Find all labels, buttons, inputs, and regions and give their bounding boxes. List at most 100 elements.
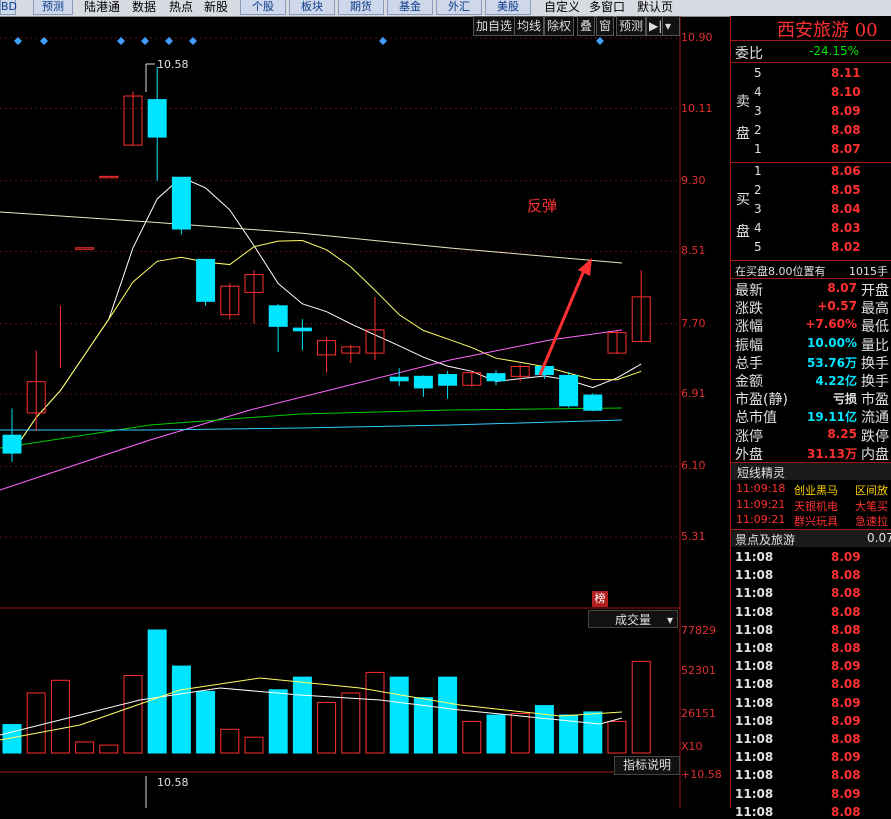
sprite-stock: 创业黑马 [794, 484, 838, 497]
ma120-line [0, 419, 623, 431]
volume-bar [26, 692, 46, 754]
tick-time: 11:08 [735, 750, 774, 765]
divider [731, 62, 891, 63]
tick-time: 11:08 [735, 695, 774, 710]
tick-time: 11:08 [735, 622, 774, 637]
weibi-value: -24.15% [809, 44, 860, 58]
rebound-annotation: 反弹 [527, 197, 558, 215]
tick-time: 11:08 [735, 641, 774, 655]
candle-body [99, 175, 119, 179]
tick-time: 11:08 [735, 604, 774, 619]
tick-price: 8.09 [831, 713, 861, 728]
candle-body [171, 176, 191, 230]
add-watchlist-button[interactable]: 加自选 [473, 16, 516, 36]
tick-time: 11:08 [735, 786, 774, 801]
divider [731, 40, 891, 41]
stat-label: 市盈(静) [735, 392, 788, 409]
price-axis-label: 9.30 [681, 173, 706, 187]
buy-price: 8.05 [831, 183, 861, 197]
rank-badge[interactable]: 榜 [592, 591, 608, 607]
sell-level: 5 [754, 66, 762, 80]
volume-bar [244, 736, 264, 754]
divider [731, 162, 891, 163]
volume-bar [510, 712, 530, 754]
window-button[interactable]: 窗 [596, 16, 615, 36]
buy-level: 2 [754, 183, 762, 197]
lower-high-label: 10.58 [157, 776, 189, 789]
predict-chart-button[interactable]: 预测 [616, 16, 647, 36]
tick-time: 11:08 [735, 768, 774, 783]
volume-axis-unit: X10 [681, 740, 703, 753]
candle-body [292, 327, 312, 332]
tick-time: 11:08 [735, 550, 774, 564]
price-axis-label: 10.90 [681, 31, 713, 44]
tick-time: 11:08 [735, 677, 774, 692]
volume-bar [534, 705, 554, 754]
buy-level: 3 [754, 202, 762, 216]
sell-level: 2 [754, 123, 762, 137]
tick-price: 8.09 [831, 659, 861, 674]
stat-label: 最高 [861, 301, 889, 318]
stat-value: 8.07 [827, 281, 857, 295]
volume-axis-label: 52301 [681, 664, 716, 677]
lower-axis-label: +10.58 [681, 768, 722, 781]
tick-price: 8.09 [831, 695, 861, 710]
stat-label: 振幅 [735, 337, 763, 354]
volume-bar [196, 690, 216, 754]
indicator-selector[interactable]: 成交量 ▾ [588, 610, 678, 628]
sprite-stock: 群兴玩具 [794, 515, 838, 528]
candle-body [486, 373, 506, 382]
price-axis-label: 6.91 [681, 387, 706, 401]
tick-price: 8.08 [831, 732, 861, 746]
tick-time: 11:08 [735, 568, 774, 583]
stat-label: 金额 [735, 374, 763, 390]
tick-price: 8.08 [831, 568, 861, 583]
tick-time: 11:08 [735, 732, 774, 746]
moving-average-lines [0, 176, 642, 491]
sell-level: 3 [754, 104, 762, 118]
buy-level: 5 [754, 240, 762, 254]
candle-body [438, 374, 458, 386]
sell-price: 8.11 [831, 66, 861, 80]
sell-level: 4 [754, 85, 762, 99]
volume-bar [389, 676, 409, 754]
buy-price: 8.03 [831, 221, 861, 235]
buy-price: 8.02 [831, 240, 861, 254]
stat-value: 8.25 [827, 426, 857, 441]
tick-time: 11:08 [735, 804, 774, 819]
volume-bar [220, 728, 240, 754]
tick-price: 8.08 [831, 804, 861, 819]
stat-label: 涨幅 [735, 319, 763, 336]
event-marker-icon [596, 37, 604, 45]
stat-value: +7.60% [805, 317, 857, 332]
tick-price: 8.09 [831, 786, 861, 801]
sprite-time: 11:09:18 [736, 482, 786, 495]
sell-price: 8.08 [831, 123, 861, 137]
candle-body [413, 375, 433, 389]
stat-value: 53.76万 [807, 355, 857, 370]
indicator-help-button[interactable]: 指标说明 [614, 756, 680, 775]
sprite-event: 区间放 [855, 484, 888, 497]
stat-value: 31.13万 [807, 446, 857, 461]
candle-body [389, 376, 409, 382]
tick-price: 8.08 [831, 586, 861, 601]
candle-body [2, 434, 22, 454]
tick-price: 8.08 [831, 604, 861, 619]
indicator-selector-value: 成交量 [615, 613, 652, 627]
kline-chart[interactable] [0, 0, 731, 808]
price-axis-label: 10.11 [681, 101, 713, 115]
price-axis-label: 7.70 [681, 316, 706, 330]
volume-bar [607, 720, 627, 754]
chevron-down-icon[interactable]: ▾ [662, 16, 680, 36]
stat-label: 开盘 [861, 283, 889, 299]
stat-value: 亏损 [832, 392, 857, 407]
stat-value: +0.57 [817, 299, 857, 314]
stat-value: 19.11亿 [807, 410, 857, 425]
volume-bar [268, 689, 288, 754]
tick-time: 11:08 [735, 659, 774, 674]
overlay-button[interactable]: 叠 [577, 16, 596, 36]
exright-button[interactable]: 除权 [544, 16, 575, 36]
volume-bar [171, 665, 191, 754]
volume-bar [486, 714, 506, 754]
ma-button[interactable]: 均线 [514, 16, 545, 36]
